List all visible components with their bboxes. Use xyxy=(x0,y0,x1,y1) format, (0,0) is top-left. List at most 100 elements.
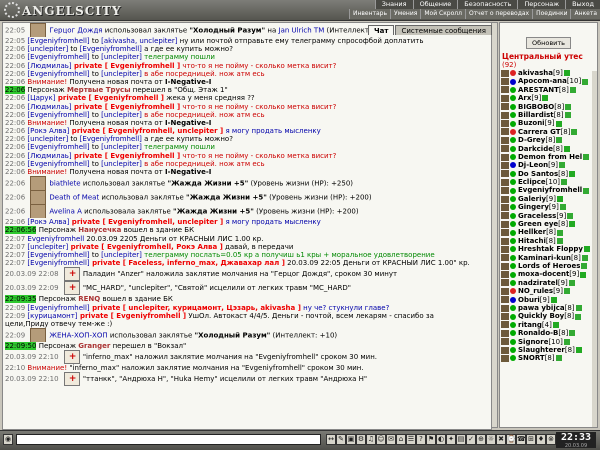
info-icon[interactable] xyxy=(563,288,570,295)
info-icon[interactable] xyxy=(581,254,588,261)
nick-link[interactable]: [Людмилаь] xyxy=(27,152,71,160)
help-icon[interactable]: ? xyxy=(416,434,426,445)
nick-link[interactable]: [Evgeniyfromhell] xyxy=(27,37,89,45)
nick-link[interactable]: [Рокэ Алва] xyxy=(27,127,69,135)
private-message-icon[interactable] xyxy=(501,287,509,295)
info-icon[interactable] xyxy=(567,212,574,219)
info-icon[interactable] xyxy=(563,338,570,345)
nick-link[interactable]: [unclepiter] xyxy=(27,135,68,143)
info-icon[interactable] xyxy=(557,229,563,236)
user-row[interactable]: Signore [10] xyxy=(500,338,597,346)
private-message-icon[interactable] xyxy=(501,313,509,321)
private-message-icon[interactable] xyxy=(501,271,509,279)
user-row[interactable]: Do Santos [8] xyxy=(500,170,597,178)
private-message-icon[interactable] xyxy=(501,304,509,312)
user-name[interactable]: Carrera GT xyxy=(518,128,561,136)
user-row[interactable]: akivasha [9] xyxy=(500,69,597,77)
private-message-icon[interactable] xyxy=(501,161,509,169)
user-name[interactable]: ritang xyxy=(518,321,542,329)
nick-link[interactable]: [Evgeniyfromhell] xyxy=(27,259,89,267)
info-icon[interactable] xyxy=(569,330,576,337)
nick-link[interactable]: я могу продать мысленку xyxy=(223,218,320,226)
user-row[interactable]: NO_rules [9] xyxy=(500,287,597,295)
user-row[interactable]: Dj-Leon [9] xyxy=(500,161,597,169)
user-name[interactable]: Galeriy xyxy=(518,195,546,203)
info-icon[interactable] xyxy=(561,179,568,186)
info-icon[interactable] xyxy=(555,355,562,362)
private-message-icon[interactable] xyxy=(501,128,509,136)
private-message-icon[interactable] xyxy=(501,279,509,287)
user-row[interactable]: Oburi [9] xyxy=(500,296,597,304)
nick-link[interactable]: [Людмилаь] xyxy=(27,62,71,70)
user-name[interactable]: Demon from Hel xyxy=(518,153,582,161)
watch-icon[interactable]: ⌚ xyxy=(506,434,516,445)
user-name[interactable]: Dj-Leon xyxy=(518,161,548,169)
info-icon[interactable] xyxy=(575,313,582,320)
menu-item-1[interactable]: Общение xyxy=(412,0,458,9)
home-icon[interactable]: ⌂ xyxy=(396,434,406,445)
user-name[interactable]: nadziratel xyxy=(518,279,558,287)
user-row[interactable]: Lords of Heroes xyxy=(500,262,597,270)
nick-link[interactable]: [Evgeniyfromhell] xyxy=(27,160,89,168)
menu-item-0[interactable]: Знания xyxy=(374,0,413,9)
user-name[interactable]: Eclipce xyxy=(518,178,546,186)
nick-link[interactable]: [курицамонт] xyxy=(27,312,77,320)
info-icon[interactable] xyxy=(559,162,566,169)
info-icon[interactable] xyxy=(569,86,576,93)
private-message-icon[interactable] xyxy=(501,94,509,102)
user-name[interactable]: NO_rules xyxy=(518,287,553,295)
user-name[interactable]: Signore xyxy=(518,338,548,346)
user-name[interactable]: akivasha xyxy=(518,69,553,77)
nick-link[interactable]: [unclepiter] xyxy=(27,45,68,53)
info-icon[interactable] xyxy=(559,204,566,211)
private-message-icon[interactable] xyxy=(501,178,509,186)
info-icon[interactable] xyxy=(556,238,563,244)
user-row[interactable]: Buzoni [9] xyxy=(500,119,597,127)
user-row[interactable]: Quickly Boy [8] xyxy=(500,312,597,320)
info-icon[interactable] xyxy=(556,137,563,144)
user-name[interactable]: Hreshtak Floppy xyxy=(518,245,583,253)
info-icon[interactable] xyxy=(568,279,575,286)
nick-link[interactable]: [Царук] xyxy=(27,94,55,102)
user-row[interactable]: Billardist [8] xyxy=(500,111,597,119)
user-name[interactable]: Lords of Heroes xyxy=(518,262,580,270)
user-row[interactable]: Graceless [9] xyxy=(500,212,597,220)
info-icon[interactable] xyxy=(583,154,590,161)
submenu-item-5[interactable]: Анкета xyxy=(570,9,600,19)
info-icon[interactable] xyxy=(575,347,582,354)
list-icon[interactable]: ☰ xyxy=(406,434,416,445)
private-message-icon[interactable] xyxy=(501,346,509,354)
frame-icon[interactable]: ▣ xyxy=(346,434,356,445)
user-row[interactable]: Slaughterer [8] xyxy=(500,346,597,354)
info-icon[interactable] xyxy=(565,103,572,110)
info-icon[interactable] xyxy=(575,305,582,312)
nick-link[interactable]: [Evgeniyfromhell] xyxy=(80,45,142,53)
user-name[interactable]: Gingery xyxy=(518,203,549,211)
user-row[interactable]: Kaminari-kun [8] xyxy=(500,254,597,262)
info-icon[interactable] xyxy=(556,196,563,203)
nick-link[interactable]: [Рокэ Алва] xyxy=(27,218,69,226)
plus-icon[interactable]: ⊕ xyxy=(476,434,486,445)
mail-icon[interactable]: ✉ xyxy=(386,434,396,445)
user-row[interactable]: BIGBOBO [8] xyxy=(500,103,597,111)
nick-link[interactable]: [unclepiter] xyxy=(101,70,142,78)
user-row[interactable]: Galeriy [9] xyxy=(500,195,597,203)
tab-chat[interactable]: Чат xyxy=(368,25,395,35)
private-message-icon[interactable] xyxy=(501,195,509,203)
user-row[interactable]: D-Grey [8] xyxy=(500,136,597,144)
private-message-icon[interactable] xyxy=(501,170,509,178)
user-row[interactable]: Hellker [8] xyxy=(500,228,597,236)
private-message-icon[interactable] xyxy=(501,212,509,220)
check-icon[interactable]: ✓ xyxy=(466,434,476,445)
private-message-icon[interactable] xyxy=(501,254,509,262)
private-message-icon[interactable] xyxy=(501,120,509,128)
flag-icon[interactable]: ⚑ xyxy=(426,434,436,445)
user-name[interactable]: Kaminari-kun xyxy=(518,254,571,262)
private-message-icon[interactable] xyxy=(501,153,509,161)
info-icon[interactable] xyxy=(583,246,590,253)
user-name[interactable]: D-Grey xyxy=(518,136,545,144)
nick-link[interactable]: [unclepiter] xyxy=(101,53,142,61)
submenu-item-3[interactable]: Отчет о переводах xyxy=(464,9,533,19)
user-row[interactable]: Hitachi [8] xyxy=(500,237,597,245)
private-message-icon[interactable] xyxy=(501,187,509,195)
